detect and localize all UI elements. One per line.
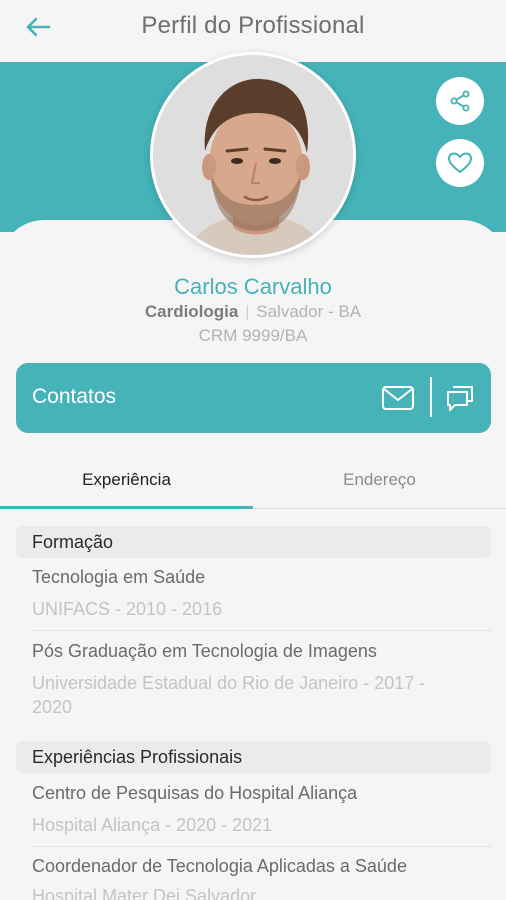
heart-icon [448, 152, 472, 173]
favorite-button[interactable] [436, 139, 484, 187]
tab-experiencia[interactable]: Experiência [0, 450, 253, 510]
avatar-photo [153, 55, 353, 255]
separator: | [245, 302, 250, 321]
crm-number: CRM 9999/BA [198, 326, 308, 345]
experience-title: Coordenador de Tecnologia Aplicadas a Sa… [32, 856, 407, 876]
active-tab-indicator [0, 506, 253, 509]
avatar [150, 52, 356, 258]
professional-name: Carlos Carvalho [174, 274, 332, 299]
list-divider [32, 630, 492, 631]
contacts-label: Contatos [32, 385, 117, 408]
section-header-formacao: Formação [16, 526, 491, 558]
education-title: Tecnologia em Saúde [32, 567, 206, 587]
chat-button[interactable] [442, 381, 478, 415]
tab-endereco[interactable]: Endereço [253, 450, 506, 510]
contacts-divider [430, 377, 432, 417]
contacts-bar[interactable]: Contatos [16, 363, 491, 433]
section-header-experiencias: Experiências Profissionais [16, 741, 491, 773]
mail-icon [382, 386, 414, 410]
specialty-location: Cardiologia | Salvador - BA [0, 302, 506, 322]
page-title: Perfil do Profissional [141, 12, 365, 39]
tabs: Experiência Endereço [0, 450, 506, 510]
share-icon [450, 90, 470, 112]
list-divider [32, 846, 492, 847]
chat-icon [447, 386, 473, 411]
specialty: Cardiologia [144, 302, 239, 321]
education-title: Pós Graduação em Tecnologia de Imagens [32, 641, 377, 661]
experience-subtitle: Hospital Mater Dei Salvador [32, 886, 257, 900]
education-subtitle: UNIFACS - 2010 - 2016 [32, 599, 223, 619]
email-button[interactable] [380, 381, 416, 415]
share-button[interactable] [436, 77, 484, 125]
location: Salvador - BA [256, 302, 362, 321]
experience-title: Centro de Pesquisas do Hospital Aliança [32, 783, 358, 803]
education-subtitle: Universidade Estadual do Rio de Janeiro … [32, 673, 426, 717]
experience-subtitle: Hospital Aliança - 2020 - 2021 [32, 815, 273, 835]
